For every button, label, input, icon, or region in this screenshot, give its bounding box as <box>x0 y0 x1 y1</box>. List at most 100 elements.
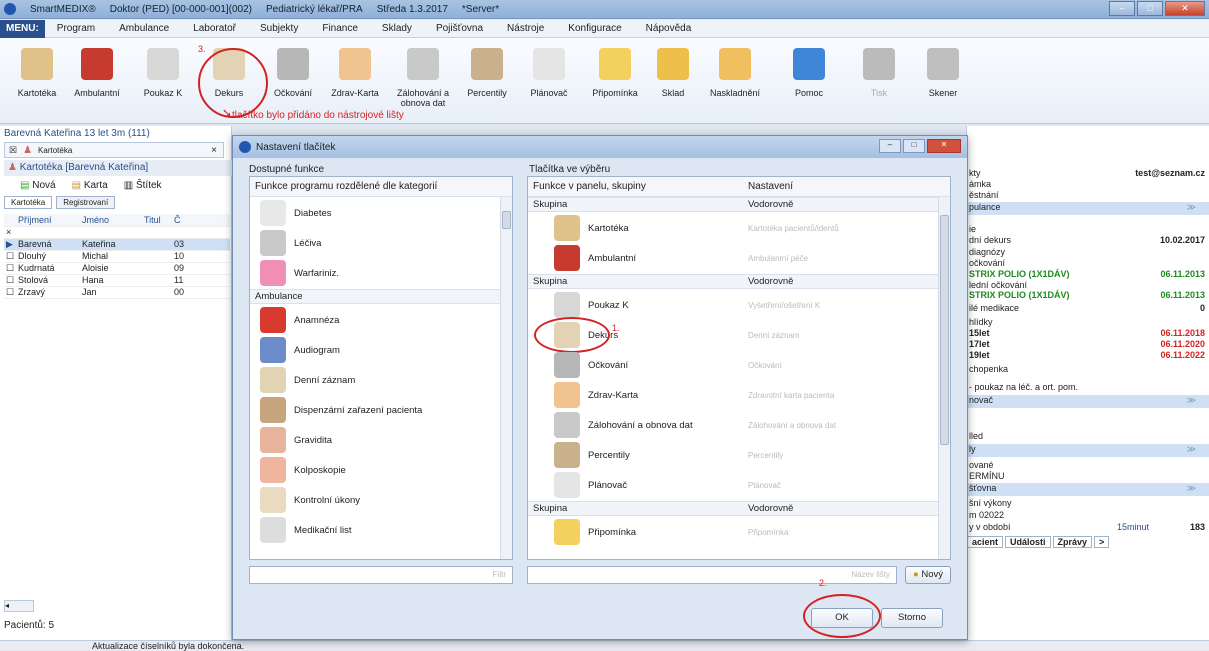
bottom-tab[interactable]: > <box>1094 536 1110 548</box>
menu-pojistovna[interactable]: Pojišťovna <box>424 23 495 34</box>
function-item[interactable]: Diabetes <box>250 199 332 227</box>
label-button[interactable]: ▥ Štítek <box>124 180 162 191</box>
bottom-tab[interactable]: Zprávy <box>1052 536 1093 548</box>
menu-subjekty[interactable]: Subjekty <box>248 23 310 34</box>
toolbar-button[interactable]: Připomínka <box>584 44 646 98</box>
toolbar-button[interactable]: Tisk <box>848 44 910 98</box>
table-row[interactable]: ▶ Barevná Kateřina 03 <box>4 238 230 251</box>
function-item[interactable]: Denní záznam <box>250 366 355 394</box>
right-scroll-thumb[interactable] <box>940 215 949 445</box>
filter-input[interactable]: Filtr <box>249 566 513 584</box>
toolbar-button[interactable]: Percentily <box>456 44 518 98</box>
dialog-close-button[interactable]: ✕ <box>927 139 961 153</box>
menu-program[interactable]: Program <box>45 23 107 34</box>
collapse-icon[interactable]: ≫ <box>1187 202 1196 213</box>
dialog-maximize-button[interactable]: □ <box>903 139 925 153</box>
toolbar-button[interactable]: Pomoc <box>778 44 840 98</box>
col-jmeno[interactable]: Jméno <box>80 214 142 227</box>
annotation-circle-ok <box>803 594 881 638</box>
new-button[interactable]: ▤ Nová <box>20 180 56 191</box>
table-row[interactable]: ☐ Stolová Hana 11 <box>4 274 230 287</box>
cell: 10 <box>172 250 230 263</box>
selected-button-item[interactable]: Poukaz K Vyšetření/ošetření K <box>528 291 938 319</box>
function-item[interactable]: Anamnéza <box>250 306 339 334</box>
menu-napoveda[interactable]: Nápověda <box>634 23 704 34</box>
function-item[interactable]: Gravidita <box>250 426 332 454</box>
subtab-kartoteka[interactable]: Kartotéka <box>4 196 53 209</box>
dialog-minimize-button[interactable]: – <box>879 139 901 153</box>
summary-text: lled <box>969 431 984 441</box>
bottom-tab[interactable]: acient <box>967 536 1004 548</box>
toolbar-button[interactable]: Zdrav-Karta <box>324 44 386 98</box>
function-item[interactable]: Kolposkopie <box>250 456 346 484</box>
minimize-button[interactable]: – <box>1109 1 1135 16</box>
maximize-button[interactable]: □ <box>1137 1 1163 16</box>
table-row[interactable]: ☐ Kudrnatá Aloisie 09 <box>4 262 230 275</box>
function-item[interactable]: Dispenzární zařazení pacienta <box>250 396 422 424</box>
app-title: SmartMEDIX® <box>30 3 96 15</box>
left-scrollbar[interactable] <box>500 197 512 559</box>
function-item[interactable]: Warfariniz. <box>250 259 339 287</box>
menu-laborator[interactable]: Laboratoř <box>181 23 248 34</box>
menu-konfigurace[interactable]: Konfigurace <box>556 23 633 34</box>
close-button[interactable]: ✕ <box>1165 1 1205 16</box>
toolbar-button[interactable]: Očkování <box>262 44 324 98</box>
summary-text: diagnózy <box>969 247 1006 257</box>
cancel-button[interactable]: Storno <box>881 608 943 628</box>
selected-button-item[interactable]: Zdrav-Karta Zdravotní karta pacienta <box>528 381 938 409</box>
group-row[interactable]: Skupina Vodorovně <box>528 197 938 212</box>
scroll-left-icon[interactable]: ◂ <box>4 600 34 612</box>
selected-button-item[interactable]: Plánovač Plánovač <box>528 471 938 499</box>
checkup-label: 19let <box>969 350 990 360</box>
selected-button-item[interactable]: Zálohování a obnova dat Zálohování a obno… <box>528 411 938 439</box>
button-label: Ambulantní <box>588 252 637 264</box>
section-subjects[interactable]: ly ≫ <box>967 444 1209 457</box>
selected-button-item[interactable]: Připomínka Připomínka <box>528 518 938 546</box>
group-row[interactable]: Skupina Vodorovně <box>528 274 938 289</box>
col-c[interactable]: Č <box>172 214 230 227</box>
toolbar-button[interactable]: Ambulantní <box>66 44 128 98</box>
group-row[interactable]: Skupina Vodorovně <box>528 501 938 516</box>
toolbar-button[interactable]: Zálohování a obnova dat <box>392 44 454 108</box>
selected-button-item[interactable]: Percentily Percentily <box>528 441 938 469</box>
table-row[interactable]: ☐ Zrzavý Jan 00 <box>4 286 230 299</box>
collapse-icon[interactable]: ≫ <box>1187 483 1196 494</box>
table-row[interactable]: ☐ Dlouhý Michal 10 <box>4 250 230 263</box>
menu-finance[interactable]: Finance <box>310 23 370 34</box>
subtab-registrovani[interactable]: Registrovaní <box>56 196 116 209</box>
toolbar-button[interactable]: Naskladnění <box>704 44 766 98</box>
right-scrollbar[interactable] <box>938 197 950 559</box>
collapse-icon[interactable]: ≫ <box>1187 444 1196 455</box>
function-item[interactable]: Léčiva <box>250 229 321 257</box>
menu-ambulance[interactable]: Ambulance <box>107 23 181 34</box>
selected-button-item[interactable]: Ambulantní Ambulantní péče <box>528 244 938 272</box>
card-button[interactable]: ▤ Karta <box>72 180 108 191</box>
menu-sklady[interactable]: Sklady <box>370 23 424 34</box>
toolbar-button[interactable]: Plánovač <box>518 44 580 98</box>
card-icon: ▤ <box>71 180 84 191</box>
col-prijmeni[interactable]: Příjmení <box>16 214 80 227</box>
toolbar-button[interactable]: Poukaz K <box>132 44 194 98</box>
left-scroll-thumb[interactable] <box>502 211 511 229</box>
section-insurance[interactable]: šťovna ≫ <box>967 483 1209 496</box>
function-item[interactable]: Medikační list <box>250 516 352 544</box>
toolbar-button[interactable]: Skener <box>912 44 974 98</box>
menu-nastroje[interactable]: Nástroje <box>495 23 556 34</box>
section-ambulance[interactable]: pulance ≫ <box>967 202 1209 215</box>
bottom-tab[interactable]: Události <box>1005 536 1051 548</box>
toolbar-button[interactable]: Kartotéka <box>6 44 68 98</box>
function-item[interactable]: Kontrolní úkony <box>250 486 360 514</box>
new-group-button[interactable]: ● Nový <box>905 566 951 584</box>
filter-clear-icon[interactable]: × <box>4 226 16 239</box>
section-planovac[interactable]: novač ≫ <box>967 395 1209 408</box>
selected-button-item[interactable]: Očkování Očkování <box>528 351 938 379</box>
tab-close-icon[interactable]: × <box>211 145 217 156</box>
new-toolbar-name-input[interactable]: Název lišty <box>527 566 897 584</box>
toolbar-button[interactable]: Sklad <box>642 44 704 98</box>
close-icon[interactable]: ☒ <box>9 145 17 156</box>
collapse-icon[interactable]: ≫ <box>1187 395 1196 406</box>
col-titul[interactable]: Titul <box>142 214 172 227</box>
tab-kartoteka[interactable]: Kartotéka <box>38 146 72 155</box>
function-item[interactable]: Audiogram <box>250 336 340 364</box>
selected-button-item[interactable]: Kartotéka Kartotéka pacientů/identů <box>528 214 938 242</box>
